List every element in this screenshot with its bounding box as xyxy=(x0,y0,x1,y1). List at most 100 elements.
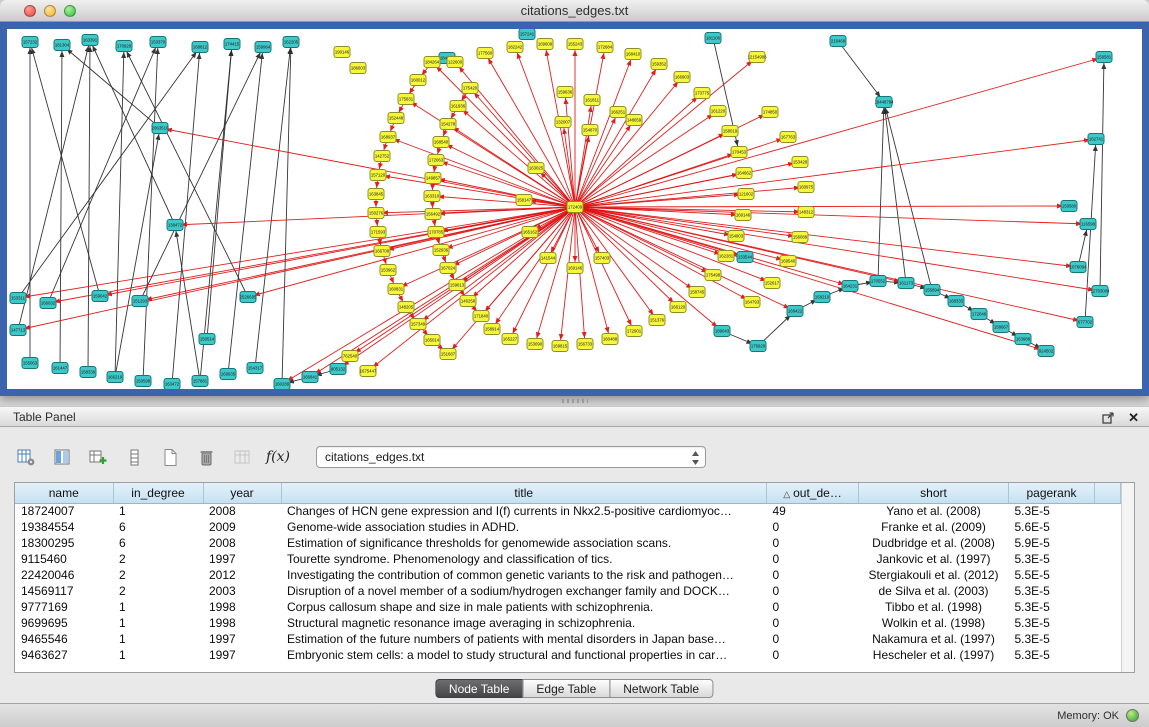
table-cell[interactable]: 9465546 xyxy=(15,631,113,647)
graph-node[interactable]: 171593 xyxy=(370,227,386,238)
table-cell[interactable]: 2003 xyxy=(203,583,281,599)
table-cell[interactable]: 2 xyxy=(113,583,203,599)
graph-node[interactable]: 172684 xyxy=(597,42,613,53)
table-cell[interactable]: 5.3E-5 xyxy=(1009,631,1095,647)
table-cell[interactable]: Structural magnetic resonance image aver… xyxy=(281,615,767,631)
table-cell[interactable]: 1 xyxy=(113,631,203,647)
table-cell[interactable]: 5.3E-5 xyxy=(1009,647,1095,663)
graph-node[interactable]: 154317 xyxy=(247,363,263,374)
graph-node[interactable]: 168335 xyxy=(948,296,964,307)
table-cell[interactable]: Estimation of significance thresholds fo… xyxy=(281,535,767,551)
table-row[interactable]: 911546021997Tourette syndrome. Phenomeno… xyxy=(15,551,1121,567)
table-cell[interactable]: 0 xyxy=(767,567,859,583)
graph-node[interactable]: 166903 xyxy=(674,72,690,83)
graph-node[interactable]: 162281 xyxy=(718,251,734,262)
graph-node[interactable]: 141544 xyxy=(540,253,556,264)
graph-node[interactable]: 165162 xyxy=(522,227,538,238)
table-cell[interactable]: Dudbridge et al. (2008) xyxy=(859,535,1009,551)
table-cell[interactable]: 22420046 xyxy=(15,567,113,583)
graph-node[interactable]: 189043 xyxy=(714,326,730,337)
table-cell[interactable]: 1997 xyxy=(203,551,281,567)
float-panel-icon[interactable] xyxy=(1098,408,1118,428)
graph-node[interactable]: 173775 xyxy=(694,88,710,99)
graph-node[interactable]: 153428 xyxy=(792,157,808,168)
delete-table-icon[interactable] xyxy=(196,447,216,467)
table-cell[interactable]: 0 xyxy=(767,615,859,631)
graph-node[interactable]: 116598 xyxy=(1080,219,1096,230)
graph-node[interactable]: 170552 xyxy=(870,276,886,287)
graph-node[interactable]: 153370 xyxy=(150,37,166,48)
graph-node[interactable]: 165014 xyxy=(424,335,440,346)
table-cell[interactable]: 49 xyxy=(767,503,859,519)
graph-node[interactable]: 1076094 xyxy=(1070,262,1087,273)
graph-node[interactable]: 163025 xyxy=(528,163,544,174)
table-cell[interactable]: Nakamura et al. (1997) xyxy=(859,631,1009,647)
graph-node[interactable]: 19448794 xyxy=(874,97,894,108)
table-row[interactable]: 1830029562008Estimation of significance … xyxy=(15,535,1121,551)
table-row[interactable]: 2242004622012Investigating the contribut… xyxy=(15,567,1121,583)
table-cell[interactable]: 0 xyxy=(767,583,859,599)
graph-node[interactable]: 159613 xyxy=(449,280,465,291)
graph-node[interactable]: 168937 xyxy=(380,132,396,143)
graph-node[interactable]: 153311 xyxy=(10,293,26,304)
table-cell[interactable]: Investigating the contribution of common… xyxy=(281,567,767,583)
graph-node[interactable]: 159636 xyxy=(557,87,573,98)
table-scrollbar[interactable] xyxy=(1121,483,1134,672)
graph-node[interactable]: 121602 xyxy=(738,189,754,200)
table-cell[interactable]: 18300295 xyxy=(15,535,113,551)
graph-node[interactable]: 161936 xyxy=(450,101,466,112)
graph-node[interactable]: 152936 xyxy=(433,245,449,256)
show-columns-icon[interactable] xyxy=(52,447,72,467)
graph-node[interactable]: 177560 xyxy=(477,48,493,59)
graph-node[interactable]: 157241 xyxy=(519,29,535,40)
graph-node[interactable]: 161811 xyxy=(584,95,600,106)
table-cell[interactable]: 0 xyxy=(767,519,859,535)
graph-node[interactable]: 152617 xyxy=(764,278,780,289)
graph-node[interactable]: 159984 xyxy=(255,42,271,53)
table-cell[interactable]: 19384554 xyxy=(15,519,113,535)
table-cell[interactable]: 2 xyxy=(113,567,203,583)
graph-node[interactable]: 158019 xyxy=(722,126,738,137)
graph-node[interactable]: 154870 xyxy=(582,125,598,136)
graph-node[interactable]: 12703004 xyxy=(1090,286,1110,297)
graph-node[interactable]: 175498 xyxy=(705,270,721,281)
graph-node[interactable]: 175420 xyxy=(462,83,478,94)
column-header-pagerank[interactable]: pagerank xyxy=(1009,483,1095,503)
graph-node[interactable]: 151687 xyxy=(440,349,456,360)
graph-node[interactable]: 174415 xyxy=(224,39,240,50)
graph-node[interactable]: 158336 xyxy=(80,367,96,378)
table-row[interactable]: 1938455462009Genome-wide association stu… xyxy=(15,519,1121,535)
table-cell[interactable]: Hescheler et al. (1997) xyxy=(859,647,1009,663)
graph-node[interactable]: 172409 xyxy=(567,202,583,213)
graph-node[interactable]: 162741 xyxy=(1088,134,1104,145)
graph-node[interactable]: 138472 xyxy=(167,220,183,231)
graph-node[interactable]: 157232 xyxy=(22,37,38,48)
graph-node[interactable]: 186603 xyxy=(350,63,366,74)
graph-node[interactable]: 151293 xyxy=(132,296,148,307)
graph-node[interactable]: 157881 xyxy=(192,376,208,387)
graph-node[interactable]: 159580 xyxy=(1061,201,1077,212)
graph-node[interactable]: 158210 xyxy=(814,292,830,303)
graph-node[interactable]: 181304 xyxy=(54,40,70,51)
graph-node[interactable]: 905132 xyxy=(330,364,346,375)
graph-node[interactable]: 158914 xyxy=(484,324,500,335)
table-row[interactable]: 977716911998Corpus callosum shape and si… xyxy=(15,599,1121,615)
column-header-name[interactable]: name xyxy=(15,483,113,503)
graph-node[interactable]: 161220 xyxy=(710,106,726,117)
table-cell[interactable]: Wolkin et al. (1998) xyxy=(859,615,1009,631)
graph-node[interactable]: 170785 xyxy=(428,227,444,238)
graph-node[interactable]: 150276 xyxy=(368,208,384,219)
graph-node[interactable]: 153090 xyxy=(527,339,543,350)
graph-node[interactable]: 166708 xyxy=(374,246,390,257)
graph-node[interactable]: 157349 xyxy=(410,319,426,330)
table-cell[interactable]: Jankovic et al. (1997) xyxy=(859,551,1009,567)
table-row[interactable]: 969969511998Structural magnetic resonanc… xyxy=(15,615,1121,631)
graph-node[interactable]: 176920 xyxy=(750,341,766,352)
graph-node[interactable]: 159352 xyxy=(651,59,667,70)
graph-node[interactable]: 169815 xyxy=(552,341,568,352)
graph-node[interactable]: 164231 xyxy=(842,281,858,292)
table-cell[interactable]: 9777169 xyxy=(15,599,113,615)
graph-node[interactable]: 2063510 xyxy=(152,123,169,134)
table-cell[interactable]: 0 xyxy=(767,647,859,663)
graph-node[interactable]: 163310 xyxy=(424,191,440,202)
